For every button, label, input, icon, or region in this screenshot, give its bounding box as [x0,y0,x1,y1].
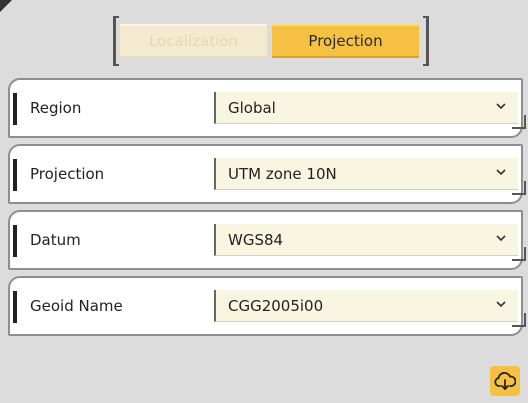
row-accent [13,225,17,257]
projection-select[interactable]: UTM zone 10N [214,158,526,195]
chevron-down-icon [496,235,506,242]
datum-label: Datum [30,231,81,249]
tab-bar-right-bracket [423,16,429,66]
geoid-name-value: CGG2005i00 [228,297,324,315]
region-value: Global [228,99,276,117]
row-accent [13,159,17,191]
download-button[interactable] [490,366,520,396]
projection-label: Projection [30,165,105,183]
row-accent [13,291,17,323]
tab-localization[interactable]: Localization [120,24,267,58]
corner-tick-icon [512,247,526,261]
tab-bar: Localization Projection [113,16,429,66]
corner-tick-icon [512,181,526,195]
tab-bar-left-bracket [113,16,119,66]
chevron-down-icon [496,169,506,176]
geoid-name-select[interactable]: CGG2005i00 [214,290,526,327]
chevron-down-icon [496,103,506,110]
datum-row: Datum WGS84 [8,210,526,270]
row-accent [13,93,17,125]
cloud-download-icon [494,372,516,390]
geoid-name-row: Geoid Name CGG2005i00 [8,276,526,336]
region-select[interactable]: Global [214,92,526,129]
geoid-name-label: Geoid Name [30,297,123,315]
projection-row: Projection UTM zone 10N [8,144,526,204]
corner-tick-icon [512,313,526,327]
datum-select[interactable]: WGS84 [214,224,526,261]
corner-tick-icon [512,115,526,129]
region-row: Region Global [8,78,526,138]
region-label: Region [30,99,82,117]
datum-value: WGS84 [228,231,284,249]
corner-mark [0,0,12,12]
projection-value: UTM zone 10N [228,165,337,183]
tab-projection[interactable]: Projection [272,24,419,58]
chevron-down-icon [496,301,506,308]
